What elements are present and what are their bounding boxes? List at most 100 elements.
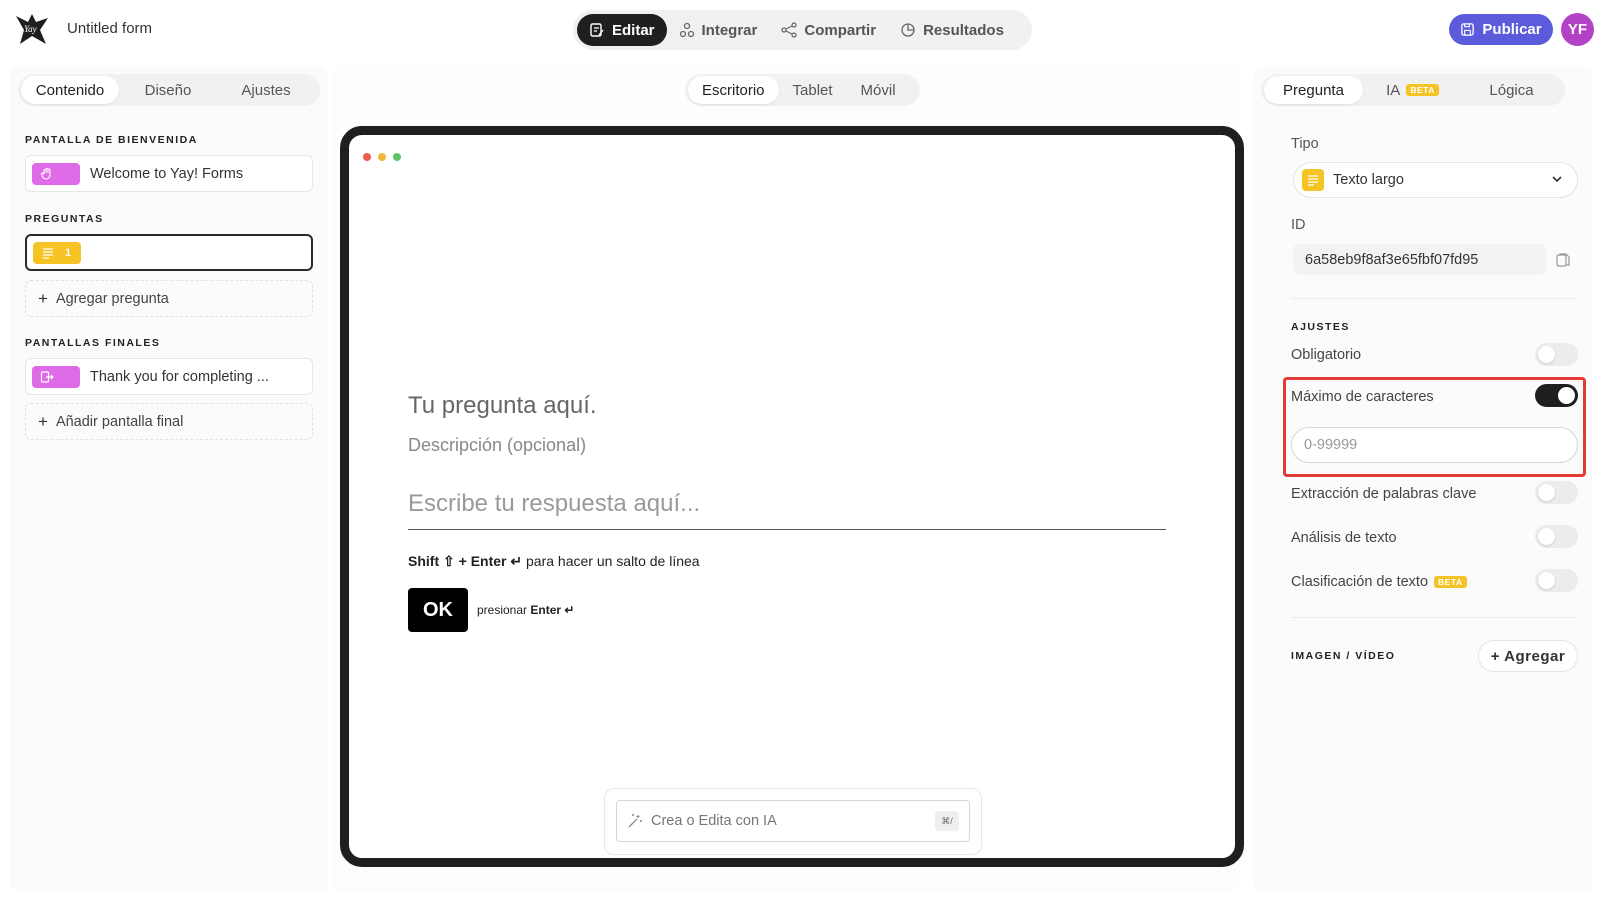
share-icon <box>781 22 798 38</box>
svg-text:Yay: Yay <box>24 24 37 34</box>
exit-icon <box>40 370 54 383</box>
line-break-hint: Shift ⇧ + Enter ↵ para hacer un salto de… <box>408 553 700 570</box>
content-sidebar: Contenido Diseño Ajustes PANTALLA DE BIE… <box>10 66 328 892</box>
tab-compartir[interactable]: Compartir <box>769 14 888 46</box>
plus-icon: + <box>38 288 48 308</box>
ok-button[interactable]: OK <box>408 588 468 632</box>
questions-section-label: PREGUNTAS <box>25 213 104 225</box>
welcome-section-label: PANTALLA DE BIENVENIDA <box>25 134 198 146</box>
question-title[interactable]: Tu pregunta aquí. <box>408 392 597 420</box>
add-ending-label: Añadir pantalla final <box>55 413 184 430</box>
divider <box>1291 617 1578 618</box>
window-dot-yellow <box>378 153 386 161</box>
endings-section-label: PANTALLAS FINALES <box>25 337 161 349</box>
tab-editar[interactable]: Editar <box>577 14 667 46</box>
tab-escritorio[interactable]: Escritorio <box>688 76 779 104</box>
plus-icon: + <box>38 411 48 431</box>
hand-icon <box>40 167 51 180</box>
tab-integrar-label: Integrar <box>701 21 758 39</box>
max-chars-input[interactable]: 0-99999 <box>1291 427 1578 463</box>
beta-badge: BETA <box>1434 576 1467 589</box>
tab-movil[interactable]: Móvil <box>847 76 910 104</box>
form-title[interactable]: Untitled form <box>67 20 152 37</box>
copy-icon[interactable] <box>1555 252 1571 268</box>
max-chars-toggle[interactable] <box>1535 384 1578 407</box>
press-prefix: presionar <box>477 603 528 617</box>
ending-badge <box>32 365 80 388</box>
window-dot-red <box>363 153 371 161</box>
text-classification-toggle[interactable] <box>1535 569 1578 592</box>
id-label: ID <box>1291 217 1306 233</box>
save-icon <box>1461 23 1475 36</box>
media-section-label: IMAGEN / VÍDEO <box>1291 650 1396 662</box>
long-text-icon <box>1302 169 1324 191</box>
results-icon <box>901 23 915 37</box>
answer-field[interactable]: Escribe tu respuesta aquí... <box>408 490 1166 530</box>
tab-integrar[interactable]: Integrar <box>667 14 770 46</box>
device-tabs: Escritorio Tablet Móvil <box>685 74 920 106</box>
main-nav: Editar Integrar Compartir Resultados <box>573 10 1032 50</box>
chevron-down-icon <box>1552 176 1562 183</box>
tab-resultados-label: Resultados <box>923 21 1004 39</box>
avatar[interactable]: YF <box>1561 13 1594 46</box>
tab-editar-label: Editar <box>612 21 655 39</box>
tab-tablet[interactable]: Tablet <box>779 76 847 104</box>
left-tabs: Contenido Diseño Ajustes <box>18 74 320 106</box>
welcome-badge <box>32 162 80 185</box>
tab-resultados[interactable]: Resultados <box>888 14 1016 46</box>
text-analysis-label: Análisis de texto <box>1291 530 1397 546</box>
long-text-badge: 1 <box>33 241 81 264</box>
ending-item-label: Thank you for completing ... <box>90 368 269 385</box>
yay-logo-icon[interactable]: Yay <box>14 12 50 46</box>
tab-compartir-label: Compartir <box>804 21 877 39</box>
keyword-extraction-label: Extracción de palabras clave <box>1291 486 1477 502</box>
type-select[interactable]: Texto largo <box>1293 162 1578 198</box>
question-item[interactable]: 1 <box>25 234 313 271</box>
add-question-label: Agregar pregunta <box>55 290 169 307</box>
hint-text: para hacer un salto de línea <box>526 553 700 569</box>
press-key: Enter ↵ <box>530 603 575 617</box>
window-dot-green <box>393 153 401 161</box>
id-field[interactable]: 6a58eb9f8af3e65fbf07fd95 <box>1293 244 1546 275</box>
desktop-preview-frame: Tu pregunta aquí. Descripción (opcional)… <box>340 126 1244 867</box>
question-number: 1 <box>65 246 72 259</box>
integrate-icon <box>679 22 694 38</box>
publish-label: Publicar <box>1482 21 1542 38</box>
add-media-button[interactable]: + Agregar <box>1478 640 1578 672</box>
welcome-screen-item[interactable]: Welcome to Yay! Forms <box>25 155 313 192</box>
tab-ia-label: IA <box>1386 81 1401 99</box>
required-toggle[interactable] <box>1535 343 1578 366</box>
right-tabs: Pregunta IA BETA Lógica <box>1261 74 1565 106</box>
hint-enter: + Enter ↵ <box>458 553 523 569</box>
ai-placeholder: Crea o Edita con IA <box>651 813 777 829</box>
ai-input[interactable]: Crea o Edita con IA ⌘/ <box>616 800 970 842</box>
tab-diseno[interactable]: Diseño <box>119 76 217 104</box>
long-text-icon <box>43 247 53 259</box>
publish-button[interactable]: Publicar <box>1449 14 1553 45</box>
welcome-item-label: Welcome to Yay! Forms <box>90 165 244 182</box>
tab-ajustes[interactable]: Ajustes <box>217 76 315 104</box>
beta-badge: BETA <box>1406 84 1439 96</box>
text-classification-row: Clasificación de texto BETA <box>1291 574 1467 590</box>
add-ending-button[interactable]: + Añadir pantalla final <box>25 403 313 440</box>
tab-contenido[interactable]: Contenido <box>21 76 119 104</box>
type-label: Tipo <box>1291 136 1319 152</box>
ai-assistant-box: Crea o Edita con IA ⌘/ <box>604 788 982 855</box>
press-enter-hint: presionar Enter ↵ <box>477 603 574 617</box>
required-label: Obligatorio <box>1291 347 1362 363</box>
add-question-button[interactable]: + Agregar pregunta <box>25 280 313 317</box>
max-chars-placeholder: 0-99999 <box>1304 437 1358 453</box>
tab-pregunta[interactable]: Pregunta <box>1264 76 1363 104</box>
hint-shift: Shift ⇧ <box>408 553 455 569</box>
text-analysis-toggle[interactable] <box>1535 525 1578 548</box>
ending-screen-item[interactable]: Thank you for completing ... <box>25 358 313 395</box>
ai-shortcut: ⌘/ <box>935 811 959 831</box>
tab-logica[interactable]: Lógica <box>1462 76 1561 104</box>
tab-ia[interactable]: IA BETA <box>1363 76 1462 104</box>
top-bar: Yay Untitled form Editar Integrar Compar… <box>0 0 1600 60</box>
max-chars-label: Máximo de caracteres <box>1291 389 1434 405</box>
settings-section-label: AJUSTES <box>1291 321 1350 333</box>
question-description[interactable]: Descripción (opcional) <box>408 435 586 456</box>
keyword-extraction-toggle[interactable] <box>1535 481 1578 504</box>
type-value: Texto largo <box>1333 172 1404 188</box>
